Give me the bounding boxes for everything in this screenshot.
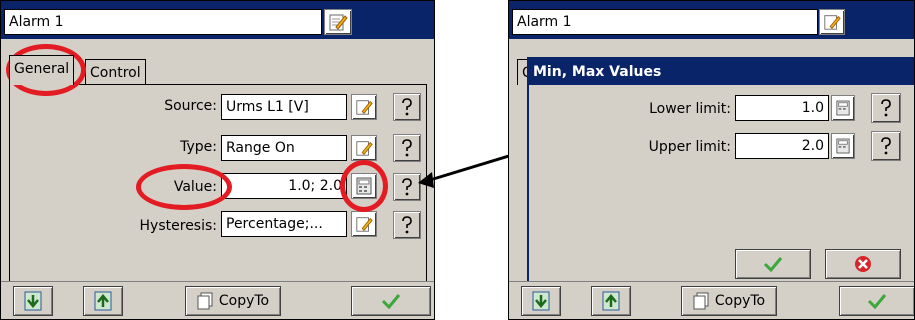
right-move-down-button[interactable]	[521, 286, 561, 316]
right-alarm-name-field[interactable]: Alarm 1	[512, 9, 818, 35]
help-icon	[402, 216, 412, 234]
right-alarm-panel: Alarm 1 C Min, Max Values Lower limit: 1…	[508, 0, 915, 320]
hysteresis-label: Hysteresis:	[139, 218, 217, 234]
help-icon	[402, 139, 412, 157]
type-label: Type:	[180, 139, 217, 155]
type-edit-button[interactable]	[351, 135, 377, 161]
source-field[interactable]: Urms L1 [V]	[221, 94, 347, 120]
tab-general[interactable]: General	[9, 55, 75, 85]
copyto-button[interactable]: CopyTo	[185, 286, 281, 316]
calculator-icon	[836, 138, 850, 154]
type-help-button[interactable]	[393, 134, 421, 162]
title-bar: Alarm 1	[1, 1, 434, 39]
check-icon	[763, 257, 783, 272]
edit-icon	[356, 100, 373, 115]
up-arrow-icon	[602, 291, 620, 311]
move-down-button[interactable]	[13, 286, 53, 316]
edit-icon	[356, 141, 373, 156]
lower-limit-label: Lower limit:	[649, 101, 731, 117]
edit-icon	[824, 15, 841, 30]
alarm-name-field[interactable]: Alarm 1	[4, 9, 322, 35]
source-edit-button[interactable]	[351, 94, 377, 120]
value-calculator-button[interactable]	[351, 173, 377, 199]
tab-control[interactable]: Control	[85, 59, 146, 85]
value-label: Value:	[173, 179, 217, 195]
edit-icon	[356, 217, 373, 232]
upper-calculator-button[interactable]	[831, 133, 855, 159]
left-footer: CopyTo	[1, 281, 434, 319]
lower-help-button[interactable]	[871, 93, 901, 123]
source-label: Source:	[164, 98, 217, 114]
lower-calculator-button[interactable]	[831, 95, 855, 121]
down-arrow-icon	[24, 291, 42, 311]
copy-icon	[197, 292, 213, 310]
value-help-button[interactable]	[393, 173, 421, 201]
lower-limit-field[interactable]: 1.0	[735, 95, 829, 121]
right-move-up-button[interactable]	[591, 286, 631, 316]
check-icon	[381, 294, 401, 309]
help-icon	[402, 178, 412, 196]
up-arrow-icon	[94, 291, 112, 311]
hysteresis-field[interactable]: Percentage;...	[221, 211, 347, 237]
left-alarm-panel: Alarm 1 General Control Source: Urms L1 …	[0, 0, 435, 320]
edit-name-button[interactable]	[324, 9, 352, 35]
right-copyto-label: CopyTo	[714, 293, 766, 309]
hysteresis-edit-button[interactable]	[351, 211, 377, 237]
help-icon	[402, 98, 412, 116]
check-icon	[867, 294, 887, 309]
dialog-cancel-button[interactable]	[825, 249, 901, 279]
upper-limit-label: Upper limit:	[648, 139, 731, 155]
help-icon	[881, 99, 891, 117]
source-help-button[interactable]	[393, 93, 421, 121]
min-max-dialog: Min, Max Values Lower limit: 1.0 Upper l…	[527, 57, 914, 289]
upper-limit-field[interactable]: 2.0	[735, 133, 829, 159]
calculator-icon	[356, 177, 372, 195]
dialog-title: Min, Max Values	[529, 59, 914, 85]
copy-icon	[693, 292, 709, 310]
value-field[interactable]: 1.0; 2.0	[221, 173, 347, 199]
edit-icon	[329, 14, 348, 31]
hysteresis-help-button[interactable]	[393, 211, 421, 239]
calculator-icon	[836, 100, 850, 116]
right-edit-name-button[interactable]	[819, 9, 845, 35]
help-icon	[881, 137, 891, 155]
move-up-button[interactable]	[83, 286, 123, 316]
cancel-icon	[855, 256, 871, 272]
down-arrow-icon	[532, 291, 550, 311]
right-title-bar: Alarm 1	[509, 1, 914, 39]
copyto-label: CopyTo	[218, 293, 270, 309]
right-footer: CopyTo	[509, 281, 914, 319]
right-ok-button[interactable]	[839, 286, 914, 316]
dialog-ok-button[interactable]	[735, 249, 811, 279]
right-copyto-button[interactable]: CopyTo	[681, 286, 777, 316]
type-field[interactable]: Range On	[221, 135, 347, 161]
upper-help-button[interactable]	[871, 131, 901, 161]
ok-button[interactable]	[351, 286, 431, 316]
